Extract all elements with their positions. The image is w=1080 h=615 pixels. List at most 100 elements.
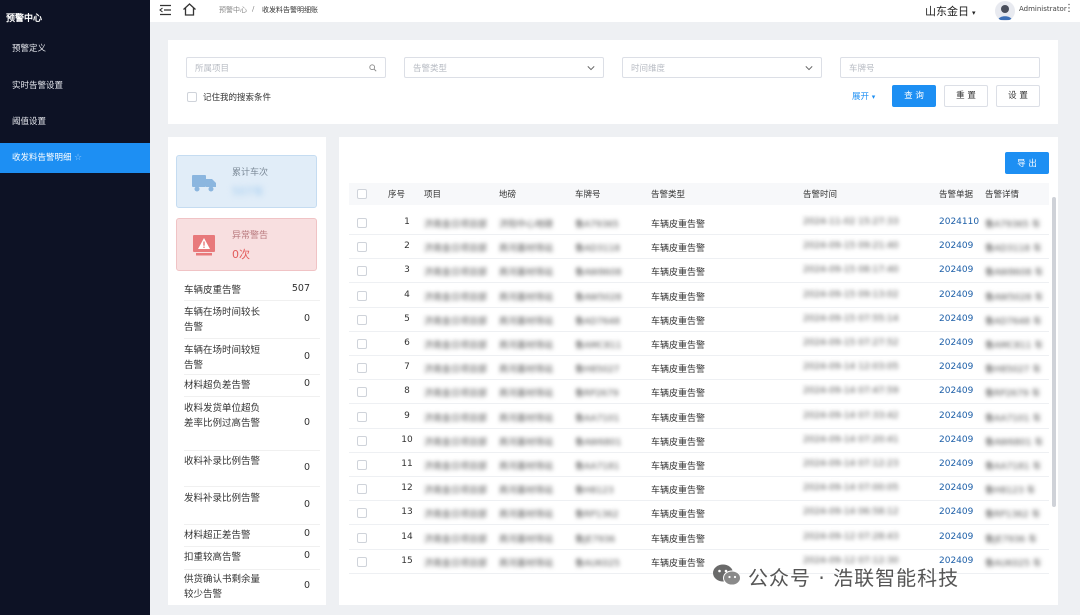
avatar[interactable] [995,1,1015,21]
cell-doc[interactable]: 202409 [939,386,979,396]
row-checkbox[interactable] [357,363,367,374]
stat-item[interactable]: 材料超正差告警 0 [184,525,320,547]
cell-no: 2 [404,241,410,252]
cell-scale: 商河基材场站 [499,413,554,424]
row-checkbox[interactable] [357,242,367,253]
username[interactable]: Administrator [1019,5,1067,13]
table-row[interactable]: 6 济南金日项目部 商河基材场站 鲁AMC811 车辆皮重告警 2024-09-15 07… [349,332,1049,356]
plate-number-input[interactable]: 车牌号 [840,57,1040,78]
table-row[interactable]: 7 济南金日项目部 商河基材场站 鲁H85027 车辆皮重告警 2024-09-14 12… [349,356,1049,381]
stat-value: 507 [291,283,310,294]
stat-item[interactable]: 车辆在场时间较短告警 0 [184,339,320,375]
stat-label: 收料补录比例告警 [184,456,261,467]
table-row[interactable]: 12 济南金日项目部 商河基材场站 鲁H8123 车辆皮重告警 2024-09-14 07… [349,477,1049,502]
cell-doc[interactable]: 202409 [939,290,979,300]
table-row[interactable]: 10 济南金日项目部 商河基材场站 鲁AW6801 车辆皮重告警 2024-09-14 0… [349,429,1049,453]
row-checkbox[interactable] [357,508,367,519]
time-dimension-select[interactable]: 时间维度 [622,57,822,78]
column-header[interactable]: 车牌号 [575,188,601,200]
select-all-checkbox[interactable] [357,189,367,199]
table-row[interactable]: 9 济南金日项目部 商河基材场站 鲁AA7101 车辆皮重告警 2024-09-14 07… [349,405,1049,429]
row-checkbox[interactable] [357,411,367,422]
sidebar-item-realtime-alarm-settings[interactable]: 实时告警设置 [0,71,150,101]
cell-doc[interactable]: 202409 [939,241,979,251]
settings-button[interactable]: 设 置 [996,85,1040,107]
company-selector[interactable]: 山东金日 ▾ [925,3,976,19]
table-row[interactable]: 4 济南金日项目部 商河基材场站 鲁AW5028 车辆皮重告警 2024-09-15 09… [349,284,1049,308]
reset-button[interactable]: 重 置 [944,85,988,107]
stat-item[interactable]: 材料超负差告警 0 [184,375,320,397]
sidebar-item-alarm-definition[interactable]: 预警定义 [0,34,150,64]
query-button[interactable]: 查 询 [892,85,936,107]
stat-item[interactable]: 车辆在场时间较长告警 0 [184,301,320,339]
column-header[interactable]: 告警详情 [985,188,1019,200]
stat-value: 0 [303,313,310,324]
table-row[interactable]: 11 济南金日项目部 商河基材场站 鲁AA7181 车辆皮重告警 2024-09-14 0… [349,453,1049,477]
cell-doc[interactable]: 202409 [939,314,979,324]
table-row[interactable]: 1 济南金日项目部 济阳中心地磅 鲁A79365 车辆皮重告警 2024-11-02 15… [349,211,1049,235]
table-row[interactable]: 3 济南金日项目部 商河基材场站 鲁AW8608 车辆皮重告警 2024-09-15 08… [349,259,1049,284]
company-name: 山东金日 [925,5,969,18]
column-header[interactable]: 序号 [388,188,405,200]
column-header[interactable]: 告警单据 [939,188,973,200]
cell-detail: 鲁AW5028 车 [985,292,1044,303]
table-row[interactable]: 8 济南金日项目部 商河基材场站 鲁RP2679 车辆皮重告警 2024-09-14 07… [349,380,1049,405]
cell-doc[interactable]: 2024110 [939,217,979,227]
row-checkbox[interactable] [357,387,367,398]
row-checkbox[interactable] [357,460,367,470]
breadcrumb-item[interactable]: 预警中心 [219,5,247,15]
row-checkbox[interactable] [357,314,367,325]
row-checkbox[interactable] [357,339,367,349]
row-checkbox[interactable] [357,532,367,543]
sidebar-item-threshold-settings[interactable]: 阈值设置 [0,107,150,137]
row-checkbox[interactable] [357,556,367,567]
cell-doc[interactable]: 202409 [939,459,979,469]
row-checkbox[interactable] [357,290,367,301]
row-checkbox[interactable] [357,218,367,228]
table-row[interactable]: 13 济南金日项目部 商河基材场站 鲁RP1362 车辆皮重告警 2024-09-14 0… [349,501,1049,526]
abnormal-alarm-label: 异常警告 [232,231,269,241]
cell-type: 车辆皮重告警 [651,268,706,279]
cell-doc[interactable]: 202409 [939,411,979,421]
table-row[interactable]: 14 济南金日项目部 商河基材场站 鲁JE7936 车辆皮重告警 2024-09-12 0… [349,526,1049,550]
table-row[interactable]: 5 济南金日项目部 商河基材场站 鲁AD7648 车辆皮重告警 2024-09-15 07… [349,308,1049,332]
column-header[interactable]: 项目 [424,188,441,200]
cell-doc[interactable]: 202409 [939,338,979,348]
menu-fold-icon[interactable] [159,4,172,16]
project-select[interactable]: 所属项目 [186,57,386,78]
cell-scale: 商河基材场站 [499,341,554,351]
cell-doc[interactable]: 202409 [939,362,979,372]
cell-plate: 鲁AD3118 [575,244,620,255]
stat-item[interactable]: 发料补录比例告警 0 [184,487,320,525]
vertical-scrollbar[interactable] [1052,197,1056,507]
star-icon[interactable]: ☆ [74,143,82,173]
row-checkbox[interactable] [357,266,367,277]
row-checkbox[interactable] [357,435,367,446]
cell-doc[interactable]: 202409 [939,265,979,275]
cell-scale: 商河基材场站 [499,268,554,279]
more-icon[interactable]: ⋮ [1064,3,1074,14]
cell-doc[interactable]: 202409 [939,532,979,542]
table-row[interactable]: 2 济南金日项目部 商河基材场站 鲁AD3118 车辆皮重告警 2024-09-15 09… [349,235,1049,260]
export-button[interactable]: 导 出 [1005,152,1049,174]
stat-item[interactable]: 扣重较高告警 0 [184,547,320,570]
column-header[interactable]: 告警类型 [651,188,685,200]
cell-doc[interactable]: 202409 [939,507,979,517]
remember-checkbox[interactable] [187,92,197,102]
cell-doc[interactable]: 202409 [939,435,979,445]
stat-item[interactable]: 收料发货单位超负差率比例过高告警 0 [184,397,320,451]
stat-item[interactable]: 收料补录比例告警 0 [184,451,320,487]
cell-project: 济南金日项目部 [424,292,488,303]
sidebar-item-label: 预警定义 [12,44,47,54]
stat-item[interactable]: 供货确认书剩余量较少告警 0 [184,570,320,605]
sidebar-item-material-alarm-detail[interactable]: 收发料告警明细 ☆ [0,143,150,173]
alarm-type-select[interactable]: 告警类型 [404,57,604,78]
cell-doc[interactable]: 202409 [939,483,979,493]
breadcrumb-current: 收发料告警明细账 [262,6,318,14]
row-checkbox[interactable] [357,484,367,495]
column-header[interactable]: 地磅 [499,188,516,200]
expand-toggle[interactable]: 展开 ▾ [852,90,875,102]
column-header[interactable]: 告警时间 [803,188,837,200]
stat-item[interactable]: 车辆皮重告警 507 [184,280,320,301]
home-icon[interactable] [182,2,197,17]
